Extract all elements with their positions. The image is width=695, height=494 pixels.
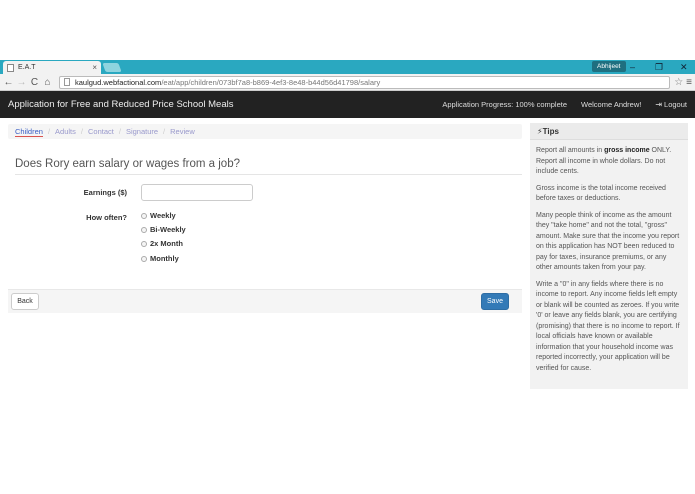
page-favicon-icon xyxy=(7,63,14,72)
radio-button[interactable] xyxy=(141,212,147,219)
radio-button[interactable] xyxy=(141,226,147,233)
home-icon[interactable]: ⌂ xyxy=(42,77,53,88)
url-input[interactable]: kaulgud.webfactional.com /eat/app/childr… xyxy=(59,75,671,89)
logout-icon: ⇥ xyxy=(655,100,663,109)
tip-take-home: Many people think of income as the amoun… xyxy=(536,211,680,272)
frequency-option-weekly[interactable]: Weekly xyxy=(141,211,176,220)
form-footer: Back Save xyxy=(8,289,522,313)
url-path: /eat/app/children/073bf7a8-b869-4ef3-8e4… xyxy=(161,77,381,87)
radio-button[interactable] xyxy=(141,240,147,247)
tab-close-icon[interactable]: × xyxy=(92,63,97,72)
tip-zero-income: Write a "0" in any fields where there is… xyxy=(536,280,680,372)
window-close-icon[interactable]: ✕ xyxy=(680,60,688,74)
logout-link[interactable]: ⇥ Logout xyxy=(655,100,687,109)
browser-tab-strip: E.A.T × Abhijeet – ❐ ✕ xyxy=(0,60,695,74)
minimize-icon[interactable]: – xyxy=(630,60,635,74)
breadcrumb-contact[interactable]: Contact xyxy=(88,127,114,136)
earnings-input[interactable] xyxy=(141,184,253,201)
frequency-option-monthly[interactable]: Monthly xyxy=(141,254,179,263)
address-bar: ← → C ⌂ kaulgud.webfactional.com /eat/ap… xyxy=(0,74,695,91)
tip-gross-income: Report all amounts in gross income ONLY.… xyxy=(536,147,672,175)
welcome-text: Welcome Andrew! xyxy=(581,100,642,109)
breadcrumb-adults[interactable]: Adults xyxy=(55,127,76,136)
frequency-label: How often? xyxy=(86,213,127,222)
frequency-option-2x-month[interactable]: 2x Month xyxy=(141,239,183,248)
browser-menu-icon[interactable]: ≡ xyxy=(686,77,692,88)
logout-label: Logout xyxy=(664,100,687,109)
frequency-row: How often? xyxy=(27,213,127,222)
page-icon xyxy=(64,78,70,86)
back-button[interactable]: Back xyxy=(11,293,39,310)
top-blank-area xyxy=(0,0,695,60)
application-progress: Application Progress: 100% complete xyxy=(442,100,568,109)
app-navbar: Application for Free and Reduced Price S… xyxy=(0,91,695,118)
bookmark-star-icon[interactable]: ☆ xyxy=(674,77,683,88)
tips-title: Tips xyxy=(542,127,559,136)
tips-header: ⚡Tips xyxy=(530,123,688,140)
breadcrumb-review[interactable]: Review xyxy=(170,127,195,136)
main-content: Children / Adults / Contact / Signature / Review… xyxy=(0,118,695,494)
page-question: Does Rory earn salary or wages from a jo… xyxy=(15,158,522,175)
save-button[interactable]: Save xyxy=(481,293,509,310)
forward-arrow-icon[interactable]: → xyxy=(16,77,27,88)
profile-badge[interactable]: Abhijeet xyxy=(592,61,626,72)
tips-body: Report all amounts in gross income ONLY.… xyxy=(530,140,688,374)
frequency-option-biweekly[interactable]: Bi-Weekly xyxy=(141,225,186,234)
tip-gross-definition: Gross income is the total income receive… xyxy=(536,184,666,203)
maximize-icon[interactable]: ❐ xyxy=(655,60,663,74)
breadcrumb: Children / Adults / Contact / Signature / Review xyxy=(8,124,522,139)
breadcrumb-children[interactable]: Children xyxy=(15,127,43,137)
back-arrow-icon[interactable]: ← xyxy=(3,77,14,88)
tab-title: E.A.T xyxy=(18,64,36,71)
radio-button[interactable] xyxy=(141,255,147,262)
reload-icon[interactable]: C xyxy=(29,77,40,88)
breadcrumb-signature[interactable]: Signature xyxy=(126,127,158,136)
url-host: kaulgud.webfactional.com xyxy=(75,77,162,87)
browser-tab[interactable]: E.A.T × xyxy=(3,61,101,74)
earnings-row: Earnings ($) xyxy=(27,184,253,201)
tips-panel: ⚡Tips Report all amounts in gross income… xyxy=(530,123,688,389)
earnings-label: Earnings ($) xyxy=(83,188,127,197)
new-tab-button[interactable] xyxy=(102,63,122,72)
app-title[interactable]: Application for Free and Reduced Price S… xyxy=(8,99,442,110)
